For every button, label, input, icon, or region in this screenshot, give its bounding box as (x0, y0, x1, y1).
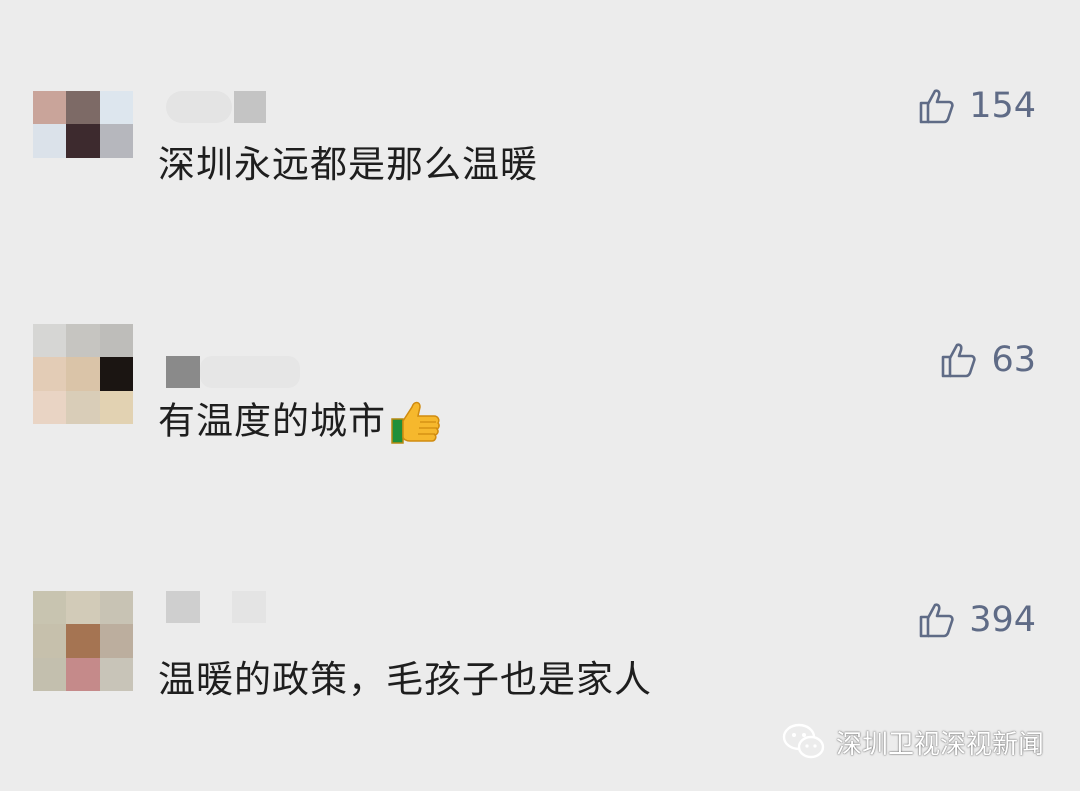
comment-text: 有温度的城市 (158, 397, 442, 449)
thumbs-up-icon (942, 343, 977, 378)
avatar[interactable] (33, 591, 133, 691)
like-count: 154 (969, 86, 1036, 126)
username-blurred[interactable] (166, 91, 266, 123)
thumbs-up-emoji (391, 401, 440, 444)
comment-text: 深圳永远都是那么温暖 (158, 143, 538, 186)
username-blurred[interactable] (166, 591, 266, 623)
thumbs-up-icon (919, 603, 954, 638)
comment-text: 温暖的政策，毛孩子也是家人 (158, 658, 652, 701)
like-button[interactable]: 154 (917, 86, 1036, 126)
watermark-label: 深圳卫视深视新闻 (835, 729, 1044, 760)
like-button[interactable]: 63 (939, 340, 1036, 380)
avatar[interactable] (33, 91, 133, 191)
wechat-icon (782, 723, 825, 759)
watermark: 深圳卫视深视新闻 (782, 722, 1044, 762)
like-count: 63 (991, 340, 1036, 380)
like-button[interactable]: 394 (917, 600, 1036, 640)
avatar[interactable] (33, 324, 133, 424)
like-count: 394 (969, 600, 1036, 640)
comment-text-label: 有温度的城市 (158, 399, 386, 443)
username-blurred[interactable] (166, 356, 300, 388)
thumbs-up-icon (919, 89, 954, 124)
